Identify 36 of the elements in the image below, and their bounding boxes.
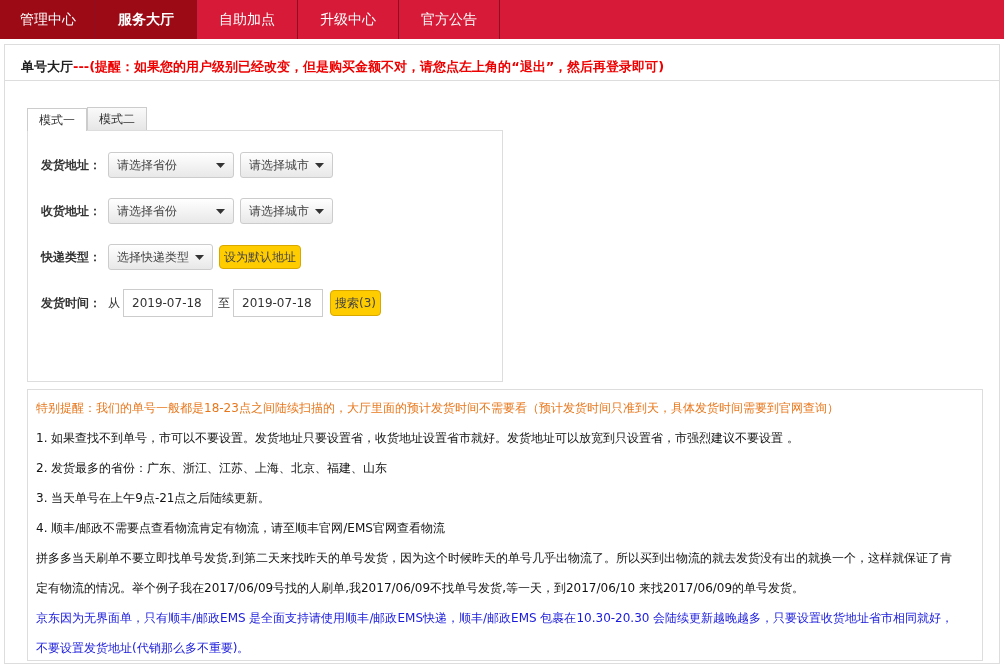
- nav-tab[interactable]: 服务大厅: [96, 0, 197, 39]
- caret-icon: [195, 254, 204, 260]
- dropdown[interactable]: 请选择城市: [240, 198, 333, 224]
- note-text: 京东因为无界面单，只有顺丰/邮政EMS 是全面支持请使用顺丰/邮政EMS快递，顺丰/邮政EMS 包裹在10.30-20.30 会陆续更新越晚越多，只要设置收货地址省市相同就好，不要设置发货地址(代销那么多不重要)。: [36, 610, 955, 657]
- dropdown[interactable]: 请选择省份: [108, 152, 234, 178]
- mode-tab[interactable]: 模式一: [27, 108, 87, 131]
- to-label: 至: [218, 294, 230, 312]
- dropdown[interactable]: 请选择城市: [240, 152, 333, 178]
- dropdown[interactable]: 请选择省份: [108, 198, 234, 224]
- nav-tab[interactable]: 升级中心: [298, 0, 399, 39]
- caret-icon: [315, 208, 324, 214]
- caret-icon: [216, 208, 225, 214]
- nav-tab[interactable]: 官方公告: [399, 0, 500, 39]
- mode-tab[interactable]: 模式二: [87, 107, 147, 130]
- field-label: 发货地址：: [41, 156, 102, 174]
- nav-tab[interactable]: 管理中心: [0, 0, 96, 39]
- from-label: 从: [108, 294, 120, 312]
- field-label: 收货地址：: [41, 202, 102, 220]
- search-button[interactable]: 搜索(3): [330, 290, 381, 316]
- note-text: 拼多多当天刷单不要立即找单号发货,到第二天来找昨天的单号发货，因为这个时候昨天的单号几乎出物流了。所以买到出物流的就去发货没有出的就换一个，这样就保证了肯定有物流的情况。举个例子我在2017/06/09号找的人刷单,我2017/06/09不找单号发货,等一天，到2017/06/10 来找2017/06/09的单号发货。: [36, 550, 953, 597]
- page-title: 单号大厅: [21, 59, 73, 74]
- date-field[interactable]: 2019-07-18: [123, 289, 213, 317]
- field-label: 快递类型：: [41, 248, 102, 266]
- nav-tab[interactable]: 自助加点: [197, 0, 298, 39]
- note-text: 4. 顺丰/邮政不需要点查看物流肯定有物流，请至顺丰官网/EMS官网查看物流: [36, 520, 446, 537]
- field-label: 发货时间：: [41, 294, 102, 312]
- note-text: 特别提醒：我们的单号一般都是18-23点之间陆续扫描的，大厅里面的预计发货时间不需要看（预计发货时间只准到天，具体发货时间需要到官网查询）: [36, 400, 840, 417]
- set-default-button[interactable]: 设为默认地址: [219, 245, 301, 269]
- note-text: 1. 如果查找不到单号，市可以不要设置。发货地址只要设置省，收货地址设置省市就好。发货地址可以放宽到只设置省，市强烈建议不要设置 。: [36, 430, 801, 447]
- dropdown[interactable]: 选择快递类型: [108, 244, 213, 270]
- date-field[interactable]: 2019-07-18: [233, 289, 323, 317]
- notice-text: ---(提醒：如果您的用户级别已经改变，但是购买金额不对，请您点左上角的“退出”，然后再登录即可): [73, 59, 665, 74]
- note-text: 2. 发货最多的省份：广东、浙江、江苏、上海、北京、福建、山东: [36, 460, 389, 477]
- caret-icon: [315, 162, 324, 168]
- note-text: 3. 当天单号在上午9点-21点之后陆续更新。: [36, 490, 272, 507]
- caret-icon: [216, 162, 225, 168]
